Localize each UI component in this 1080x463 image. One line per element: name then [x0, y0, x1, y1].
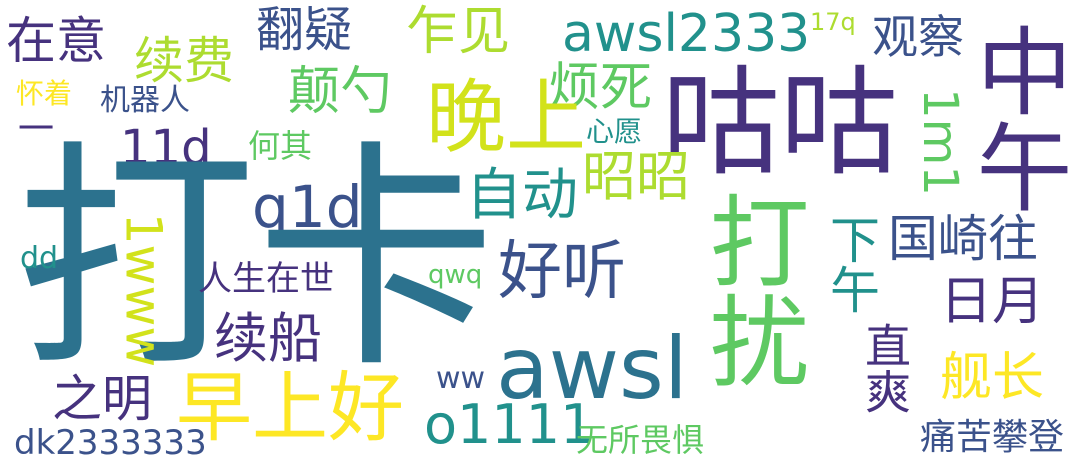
- word-awsl2333: awsl2333: [562, 4, 811, 64]
- word-jiqiren: 机器人: [100, 83, 190, 118]
- word-o1111: o1111: [424, 393, 595, 456]
- word-darao: 打扰: [692, 190, 809, 390]
- word-dk2333333: dk2333333: [14, 423, 207, 463]
- word-wusuoweiju: 无所畏惧: [576, 421, 705, 459]
- word-zaiyi: 在意: [6, 12, 106, 70]
- word-haoting: 好听: [498, 235, 626, 309]
- word-huaizhe: 怀着: [16, 77, 73, 110]
- word-guoqiwang: 国崎往: [888, 210, 1038, 268]
- word-zhishuang: 直爽: [858, 322, 912, 414]
- word-dd: dd: [20, 241, 59, 276]
- word-17q: 17q: [810, 8, 856, 36]
- word-ww: ww: [436, 361, 486, 396]
- word-zaoshanghao: 早上好: [176, 363, 404, 452]
- word-dianshao: 颠勺: [288, 62, 393, 122]
- word-1m1: 1m1: [911, 88, 968, 196]
- word-xinyuan: 心愿: [586, 115, 643, 148]
- word-fanyi: 翻疑: [256, 2, 353, 58]
- word-qwq: qwq: [428, 260, 483, 290]
- word-renshengzaishi: 人生在世: [198, 259, 334, 299]
- word-xuchuan: 续船: [214, 307, 322, 370]
- word-zhaozhao: 昭昭: [582, 145, 690, 208]
- word-gugu: 咕咕: [662, 54, 899, 192]
- word-tongkupandeng: 痛苦攀登: [920, 417, 1065, 458]
- word-zhongwu: 中午: [960, 22, 1072, 214]
- word-zhiming: 之明: [52, 370, 152, 428]
- word-cloud: 在意 翻疑 乍见 awsl2333 17q 观察 续费 怀着 机器人 颠勺 烦死…: [0, 0, 1080, 463]
- word-riyue: 日月: [940, 272, 1045, 332]
- word-jianzhang: 舰长: [940, 348, 1045, 408]
- word-zhajian: 乍见: [406, 2, 511, 62]
- word-xufei: 续费: [134, 32, 234, 90]
- word-xiawu: 下午: [822, 214, 880, 314]
- word-1www: 1www: [114, 212, 173, 368]
